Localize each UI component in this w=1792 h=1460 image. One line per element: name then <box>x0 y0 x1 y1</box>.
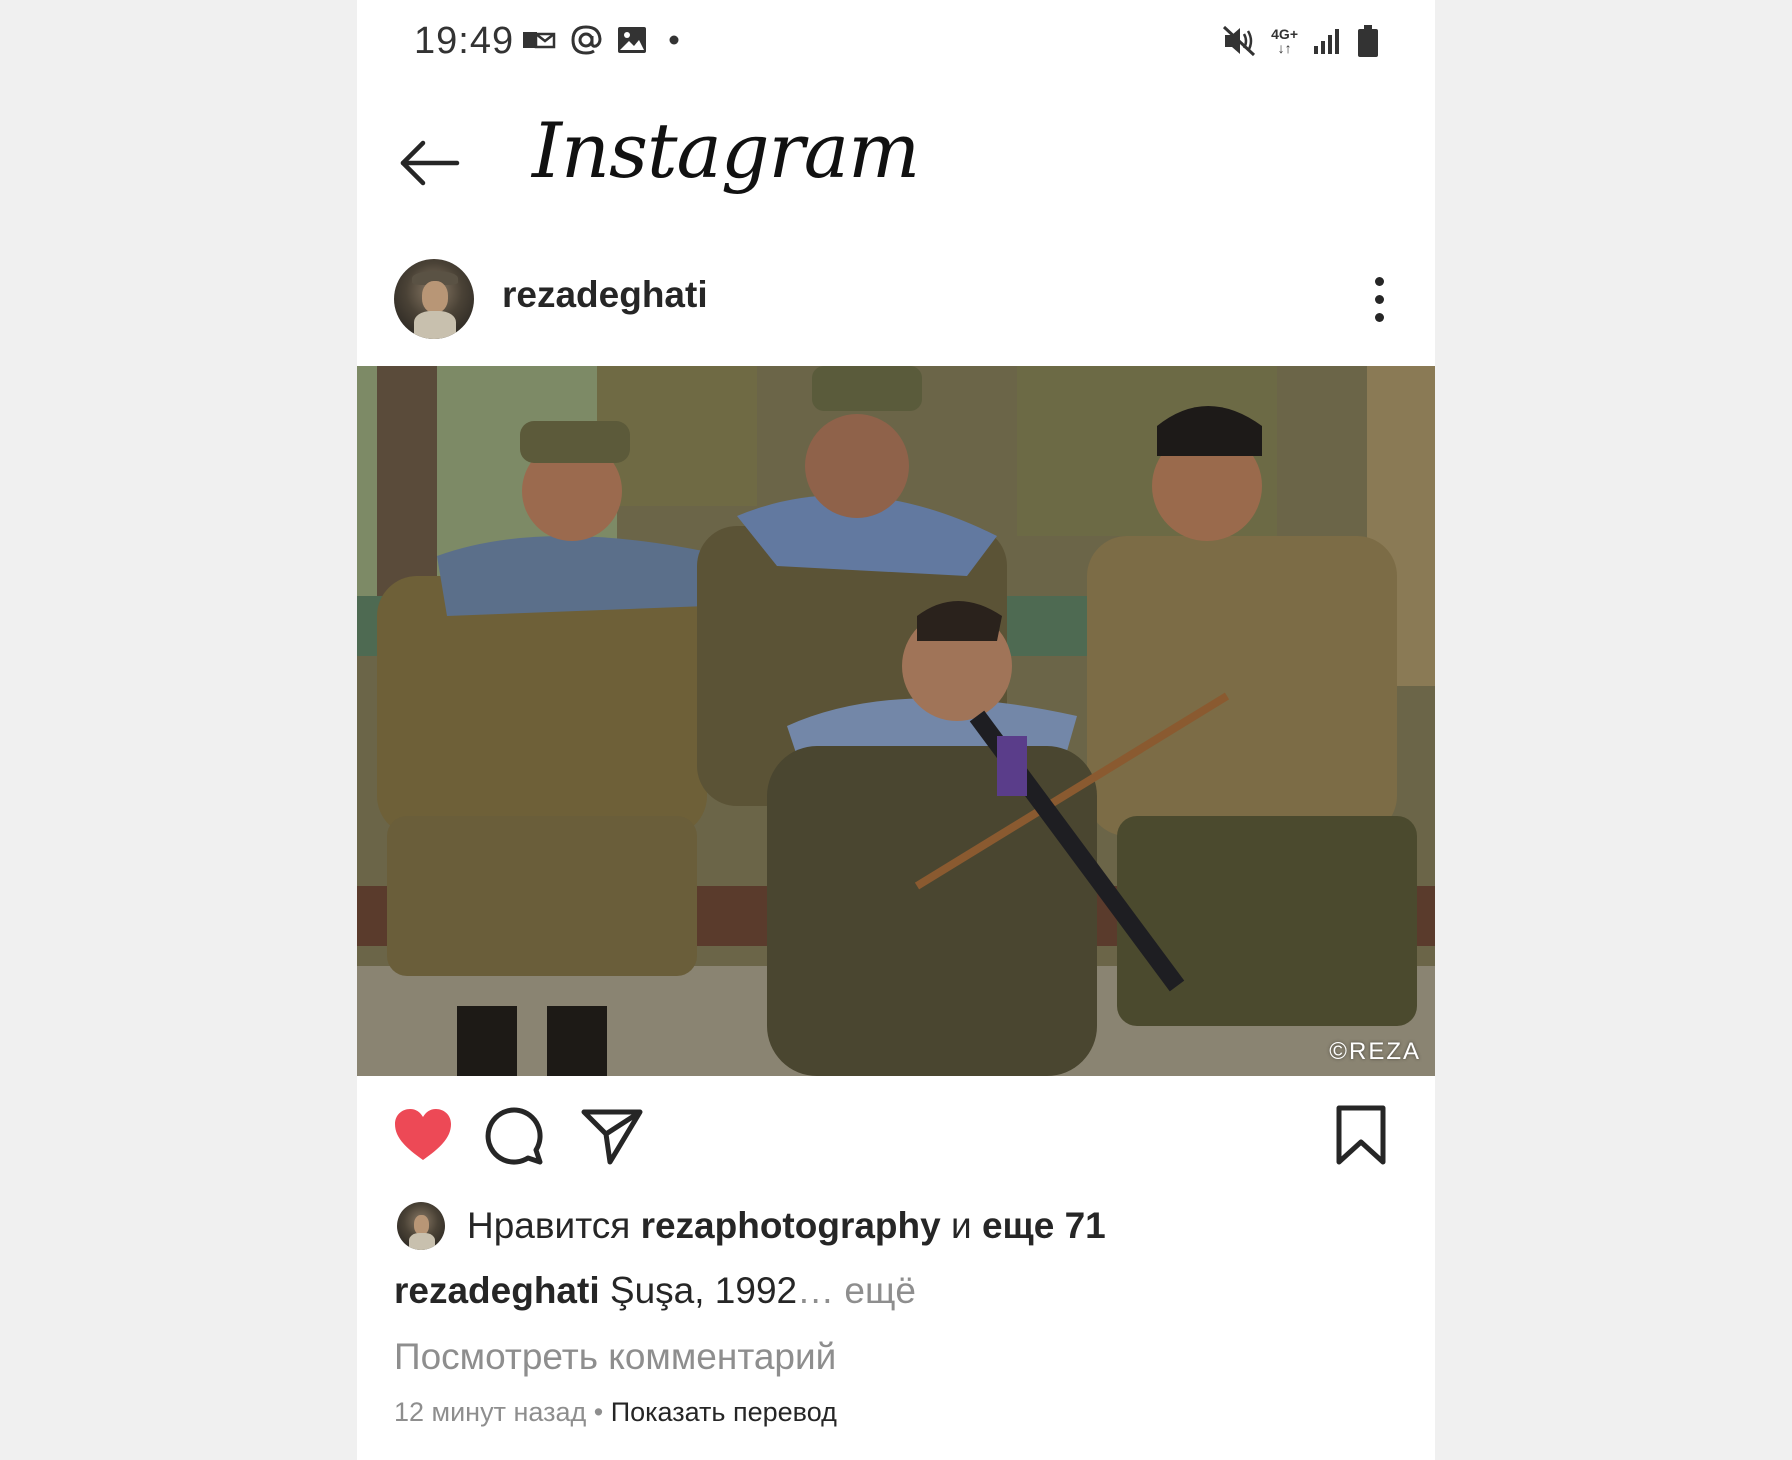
caption-ellipsis: … <box>797 1270 835 1311</box>
caption-more-link[interactable]: ещё <box>844 1270 916 1311</box>
likes-conjunction: и <box>950 1205 972 1246</box>
instagram-logo: Instagram <box>532 106 920 195</box>
more-dot <box>1374 295 1384 304</box>
post-header: rezadeghati <box>357 250 1435 350</box>
caption-text: Şuşa, 1992 <box>609 1270 798 1311</box>
comment-button[interactable] <box>482 1104 546 1168</box>
caption: rezadeghati Şuşa, 1992… ещё <box>394 1270 916 1312</box>
liker-username[interactable]: rezaphotography <box>641 1205 941 1246</box>
liker-avatar <box>397 1202 445 1250</box>
mute-icon <box>1221 24 1257 58</box>
avatar-scarf-shape <box>409 1233 435 1250</box>
network-4g-icon: 4G+ ↓↑ <box>1271 27 1298 55</box>
app-screen: 19:49 4G+ ↓↑ Instagram rezadeghati ©REZA… <box>357 0 1435 1460</box>
signal-icon <box>1312 26 1342 56</box>
likes-others[interactable]: еще 71 <box>982 1205 1106 1246</box>
share-button[interactable] <box>580 1104 644 1168</box>
photo-illustration <box>357 366 1435 1076</box>
photo-credit: ©REZA <box>1329 1038 1421 1065</box>
status-time: 19:49 <box>414 20 515 62</box>
comment-bubble-icon <box>485 1107 543 1165</box>
likes-text: Нравится rezaphotography и еще 71 <box>467 1205 1106 1247</box>
status-bar: 19:49 4G+ ↓↑ <box>357 0 1435 88</box>
notification-icons <box>522 24 686 56</box>
paper-plane-icon <box>581 1109 643 1165</box>
post-timestamp: 12 минут назад <box>394 1397 587 1427</box>
mail-icon <box>522 26 556 54</box>
avatar-face-shape <box>414 1215 429 1235</box>
save-button[interactable] <box>1329 1104 1393 1168</box>
show-translation-link[interactable]: Показать перевод <box>611 1397 837 1427</box>
likes-prefix: Нравится <box>467 1205 631 1246</box>
more-dot <box>1374 313 1384 322</box>
action-bar <box>357 1100 1435 1172</box>
like-button[interactable] <box>391 1104 455 1168</box>
data-arrows-icon: ↓↑ <box>1277 40 1292 56</box>
system-icons: 4G+ ↓↑ <box>1221 24 1380 58</box>
dot-icon <box>662 28 686 52</box>
more-options-button[interactable] <box>1367 274 1391 326</box>
post-username[interactable]: rezadeghati <box>502 274 708 316</box>
app-header: Instagram <box>357 88 1435 238</box>
post-meta: 12 минут назад • Показать перевод <box>394 1397 837 1428</box>
heart-filled-icon <box>395 1109 451 1160</box>
post-photo[interactable]: ©REZA <box>357 366 1435 1076</box>
image-icon <box>616 25 648 55</box>
at-icon <box>570 24 602 56</box>
back-button[interactable] <box>395 128 465 198</box>
avatar-face-shape <box>422 281 448 313</box>
view-comments-link[interactable]: Посмотреть комментарий <box>394 1336 836 1378</box>
avatar-scarf-shape <box>414 311 456 339</box>
meta-separator: • <box>593 1397 604 1427</box>
likes-row[interactable]: Нравится rezaphotography и еще 71 <box>397 1200 1106 1252</box>
more-dot <box>1374 277 1384 286</box>
arrow-left-icon <box>400 140 460 186</box>
battery-icon <box>1356 24 1380 58</box>
bookmark-icon <box>1336 1105 1386 1165</box>
avatar[interactable] <box>394 259 474 339</box>
caption-username[interactable]: rezadeghati <box>394 1270 600 1311</box>
